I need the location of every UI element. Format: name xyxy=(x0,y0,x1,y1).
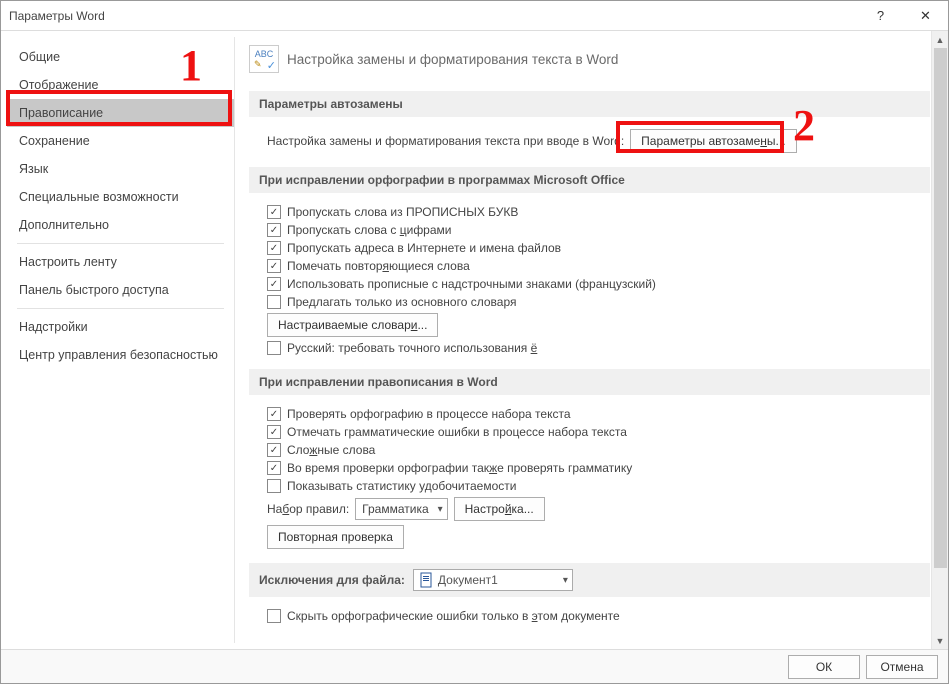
sidebar-label: Правописание xyxy=(19,106,103,120)
chk-complex-words[interactable] xyxy=(267,443,281,457)
scrollbar[interactable]: ▲ ▼ xyxy=(931,31,948,649)
lbl-spell-as-type: Проверять орфографию в процессе набора т… xyxy=(287,407,571,421)
chk-french[interactable] xyxy=(267,277,281,291)
sidebar-label: Надстройки xyxy=(19,320,88,334)
recheck-button[interactable]: Повторная проверка xyxy=(267,525,404,549)
lbl-hide-spell-doc: Скрыть орфографические ошибки только в э… xyxy=(287,609,620,623)
sidebar-item-ribbon[interactable]: Настроить ленту xyxy=(7,248,234,276)
exceptions-label: Исключения для файла: xyxy=(259,573,405,587)
rules-value: Грамматика xyxy=(362,502,428,516)
sidebar-item-general[interactable]: Общие xyxy=(7,43,234,71)
chk-repeated[interactable] xyxy=(267,259,281,273)
help-button[interactable]: ? xyxy=(858,1,903,31)
sidebar-label: Сохранение xyxy=(19,134,90,148)
sidebar-item-language[interactable]: Язык xyxy=(7,155,234,183)
chk-hide-spell-doc[interactable] xyxy=(267,609,281,623)
sidebar-label: Отображение xyxy=(19,78,98,92)
dialog-footer: ОК Отмена xyxy=(1,649,948,683)
lbl-grammar-as-type: Отмечать грамматические ошибки в процесс… xyxy=(287,425,627,439)
sidebar-item-proofing[interactable]: Правописание xyxy=(7,99,234,127)
close-button[interactable]: ✕ xyxy=(903,1,948,31)
sidebar-label: Общие xyxy=(19,50,60,64)
chk-readability[interactable] xyxy=(267,479,281,493)
chk-maindict[interactable] xyxy=(267,295,281,309)
sidebar-item-advanced[interactable]: Дополнительно xyxy=(7,211,234,239)
page-header: Настройка замены и форматирования текста… xyxy=(287,52,618,67)
chk-russian-yo[interactable] xyxy=(267,341,281,355)
sidebar-item-quickaccess[interactable]: Панель быстрого доступа xyxy=(7,276,234,304)
sidebar-item-addins[interactable]: Надстройки xyxy=(7,313,234,341)
content-pane: ABC✎ Настройка замены и форматирования т… xyxy=(235,31,948,649)
chk-grammar-with-spell[interactable] xyxy=(267,461,281,475)
sidebar-item-trust[interactable]: Центр управления безопасностью xyxy=(7,341,234,369)
rules-dropdown[interactable]: Грамматика xyxy=(355,498,447,520)
section-exceptions: Исключения для файла: Документ1 xyxy=(249,563,930,597)
grammar-settings-button[interactable]: Настройка... xyxy=(454,497,545,521)
lbl-russian-yo: Русский: требовать точного использования… xyxy=(287,341,537,355)
lbl-french: Использовать прописные с надстрочными зн… xyxy=(287,277,656,291)
chk-spell-as-type[interactable] xyxy=(267,407,281,421)
lbl-readability: Показывать статистику удобочитаемости xyxy=(287,479,516,493)
lbl-complex-words: Сложные слова xyxy=(287,443,375,457)
sidebar-item-save[interactable]: Сохранение xyxy=(7,127,234,155)
section-word-spelling: При исправлении правописания в Word xyxy=(249,369,930,395)
chk-grammar-as-type[interactable] xyxy=(267,425,281,439)
sidebar-label: Центр управления безопасностью xyxy=(19,348,218,362)
rules-label: Набор правил: xyxy=(267,502,349,516)
custom-dicts-button[interactable]: Настраиваемые словари... xyxy=(267,313,438,337)
sidebar: Общие Отображение Правописание Сохранени… xyxy=(7,37,235,643)
lbl-repeated: Помечать повторяющиеся слова xyxy=(287,259,470,273)
autocorrect-options-button[interactable]: Параметры автозамены... xyxy=(630,129,796,153)
sidebar-separator xyxy=(17,243,224,244)
ok-button[interactable]: ОК xyxy=(788,655,860,679)
scrollbar-thumb[interactable] xyxy=(934,48,947,568)
sidebar-item-display[interactable]: Отображение xyxy=(7,71,234,99)
proofing-icon: ABC✎ xyxy=(249,45,279,73)
document-icon xyxy=(420,572,434,588)
lbl-internet: Пропускать адреса в Интернете и имена фа… xyxy=(287,241,561,255)
sidebar-label: Дополнительно xyxy=(19,218,109,232)
sidebar-label: Язык xyxy=(19,162,48,176)
lbl-grammar-with-spell: Во время проверки орфографии также прове… xyxy=(287,461,632,475)
scroll-down-icon[interactable]: ▼ xyxy=(932,632,948,649)
autocorrect-desc: Настройка замены и форматирования текста… xyxy=(267,134,624,148)
chk-numbers[interactable] xyxy=(267,223,281,237)
sidebar-label: Настроить ленту xyxy=(19,255,117,269)
titlebar: Параметры Word ? ✕ xyxy=(1,1,948,31)
sidebar-separator xyxy=(17,308,224,309)
section-office-spelling: При исправлении орфографии в программах … xyxy=(249,167,930,193)
lbl-numbers: Пропускать слова с цифрами xyxy=(287,223,452,237)
sidebar-item-accessibility[interactable]: Специальные возможности xyxy=(7,183,234,211)
chk-uppercase[interactable] xyxy=(267,205,281,219)
lbl-maindict: Предлагать только из основного словаря xyxy=(287,295,516,309)
scroll-up-icon[interactable]: ▲ xyxy=(932,31,948,48)
window-title: Параметры Word xyxy=(9,9,858,23)
exceptions-doc-name: Документ1 xyxy=(438,573,498,587)
cancel-button[interactable]: Отмена xyxy=(866,655,938,679)
sidebar-label: Специальные возможности xyxy=(19,190,179,204)
section-autocorrect: Параметры автозамены xyxy=(249,91,930,117)
lbl-uppercase: Пропускать слова из ПРОПИСНЫХ БУКВ xyxy=(287,205,518,219)
sidebar-label: Панель быстрого доступа xyxy=(19,283,169,297)
exceptions-doc-dropdown[interactable]: Документ1 xyxy=(413,569,573,591)
chk-internet[interactable] xyxy=(267,241,281,255)
